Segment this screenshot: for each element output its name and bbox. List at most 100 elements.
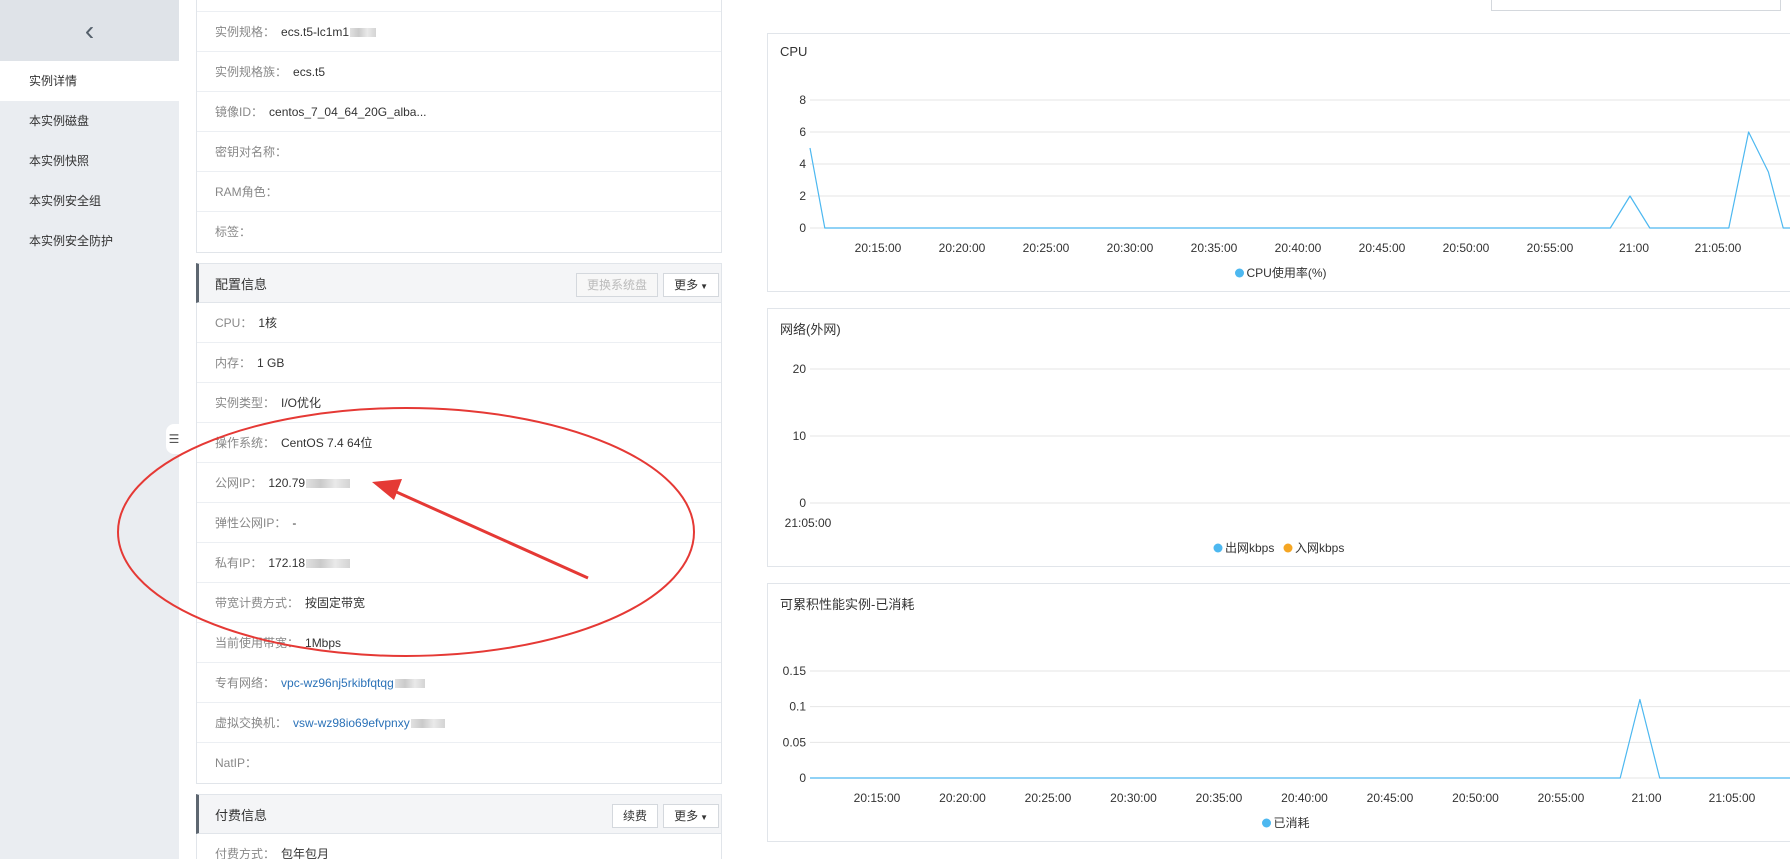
chevron-left-icon[interactable]: ‹: [85, 16, 94, 45]
basic-info-panel: 实例规格： ecs.t5-lc1m1 实例规格族： ecs.t5 镜像ID： cent…: [196, 0, 722, 253]
billing-info-panel: 付费方式： 包年包月: [196, 834, 722, 859]
x-tick-label: 20:35:00: [1196, 791, 1243, 805]
payment-type-row: 付费方式： 包年包月: [197, 834, 721, 859]
y-tick-label: 0: [799, 771, 806, 785]
vpc-row: 专有网络： vpc-wz96nj5rkibfqtqg: [197, 663, 721, 703]
legend-marker: [1262, 818, 1271, 828]
x-tick-label: 20:25:00: [1023, 241, 1070, 255]
public-ip-row: 公网IP： 120.79: [197, 463, 721, 503]
row-key: 密钥对名称：: [215, 145, 288, 159]
cpu-row: CPU： 1核: [197, 303, 721, 343]
eip-row: 弹性公网IP： -: [197, 503, 721, 543]
x-tick-label: 20:35:00: [1191, 241, 1238, 255]
row-key: 虚拟交换机：: [215, 716, 288, 730]
row-value: 1 GB: [257, 356, 285, 370]
row-key: 弹性公网IP：: [215, 516, 287, 530]
more-button[interactable]: 更多 ▼: [663, 273, 719, 297]
network-chart: 20 10 0 21:05:00 出网kbps 入网kbps: [785, 362, 1790, 555]
sidebar: ‹ 实例详情 本实例磁盘 本实例快照 本实例安全组 本实例安全防护: [0, 0, 179, 859]
more-button-label: 更多: [674, 809, 699, 823]
x-tick-label: 20:55:00: [1538, 791, 1585, 805]
row-value: 按固定带宽: [305, 596, 366, 610]
row-key: 镜像ID：: [215, 105, 264, 119]
cpu-chart-panel: CPU 8 6 4 2 0 20:15:00 20:20:00 20:25:00 20:30:0…: [767, 33, 1790, 292]
row-value: I/O优化: [281, 396, 322, 410]
x-tick-label: 20:55:00: [1527, 241, 1574, 255]
legend-label: 已消耗: [1274, 816, 1310, 830]
row-value: CentOS 7.4 64位: [281, 436, 373, 450]
x-tick-label: 21:05:00: [1709, 791, 1756, 805]
x-tick-label: 20:45:00: [1367, 791, 1414, 805]
x-tick-label: 21:00: [1619, 241, 1649, 255]
legend-label: 出网kbps: [1225, 541, 1274, 555]
renew-button[interactable]: 续费: [612, 804, 659, 828]
sidebar-item-instance-details[interactable]: 实例详情: [0, 61, 179, 101]
more-button[interactable]: 更多 ▼: [663, 804, 719, 828]
sidebar-header: ‹: [0, 0, 179, 61]
x-tick-label: 20:30:00: [1107, 241, 1154, 255]
caret-down-icon: ▼: [700, 813, 708, 822]
redacted-blur: [306, 479, 351, 489]
y-tick-label: 4: [799, 157, 806, 171]
row-key: 付费方式：: [215, 847, 276, 859]
row-value: 120.79: [268, 476, 306, 490]
x-tick-label: 20:40:00: [1275, 241, 1322, 255]
row-value: -: [292, 516, 297, 530]
instance-spec-row: 实例规格： ecs.t5-lc1m1: [197, 12, 721, 52]
redacted-blur: [350, 28, 377, 38]
row-value: 172.18: [268, 556, 306, 570]
sidebar-item-instance-disks[interactable]: 本实例磁盘: [0, 101, 179, 141]
info-column: 实例规格： ecs.t5-lc1m1 实例规格族： ecs.t5 镜像ID： cent…: [196, 0, 722, 859]
y-tick-label: 0.1: [789, 700, 806, 714]
y-tick-label: 0.15: [783, 664, 807, 678]
legend-label: 入网kbps: [1295, 541, 1344, 555]
x-tick-label: 20:20:00: [939, 791, 986, 805]
sidebar-item-security-protection[interactable]: 本实例安全防护: [0, 221, 179, 261]
x-tick-label: 20:25:00: [1025, 791, 1072, 805]
keypair-row: 密钥对名称：: [197, 132, 721, 172]
config-info-header: 配置信息 更换系统盘 更多 ▼: [196, 263, 722, 303]
row-key: 专有网络：: [215, 676, 276, 690]
burst-credit-chart: 0.15 0.1 0.05 0 20:15:00 20:20:00 20:25:00 20:3…: [783, 664, 1790, 830]
row-key: RAM角色：: [215, 185, 278, 199]
cpu-chart: 8 6 4 2 0 20:15:00 20:20:00 20:25:00 20:30:00 20:…: [799, 93, 1790, 280]
legend-label: CPU使用率(%): [1247, 265, 1327, 280]
legend-marker: [1283, 543, 1293, 553]
redacted-blur: [410, 719, 445, 729]
private-ip-row: 私有IP： 172.18: [197, 543, 721, 583]
os-row: 操作系统： CentOS 7.4 64位: [197, 423, 721, 463]
x-tick-label: 20:45:00: [1359, 241, 1406, 255]
config-info-panel: CPU： 1核 内存： 1 GB 实例类型： I/O优化 操作系统： CentOS 7.…: [196, 303, 722, 784]
y-tick-label: 0: [799, 221, 806, 235]
row-key: 私有IP：: [215, 556, 263, 570]
bandwidth-billing-row: 带宽计费方式： 按固定带宽: [197, 583, 721, 623]
series-line: [809, 131, 1790, 229]
x-tick-label: 20:40:00: [1281, 791, 1328, 805]
sidebar-item-security-groups[interactable]: 本实例安全组: [0, 181, 179, 221]
row-key: CPU：: [215, 316, 253, 330]
x-tick-label: 20:15:00: [854, 791, 901, 805]
row-value: ecs.t5-lc1m1: [281, 25, 350, 39]
section-title: 付费信息: [215, 807, 268, 823]
change-system-disk-button[interactable]: 更换系统盘: [576, 273, 659, 297]
vswitch-link[interactable]: vsw-wz98io69efvpnxy: [293, 716, 410, 730]
caret-down-icon: ▼: [700, 282, 708, 291]
sidebar-item-instance-snapshots[interactable]: 本实例快照: [0, 141, 179, 181]
collapse-list-icon[interactable]: ☰: [166, 424, 182, 454]
row-key: 当前使用带宽：: [215, 636, 300, 650]
time-range-select[interactable]: [1491, 0, 1781, 11]
redacted-blur: [394, 679, 425, 689]
more-button-label: 更多: [674, 278, 699, 292]
x-tick-label: 20:50:00: [1443, 241, 1490, 255]
y-tick-label: 0.05: [783, 735, 807, 749]
billing-info-header: 付费信息 续费 更多 ▼: [196, 794, 722, 834]
x-tick-label: 20:15:00: [855, 241, 902, 255]
series-line: [810, 698, 1790, 779]
vpc-link[interactable]: vpc-wz96nj5rkibfqtqg: [281, 676, 394, 690]
x-tick-label: 21:05:00: [1695, 241, 1742, 255]
row-value: ecs.t5: [293, 65, 326, 79]
instance-family-row: 实例规格族： ecs.t5: [197, 52, 721, 92]
y-tick-label: 6: [799, 125, 806, 139]
instance-type-row: 实例类型： I/O优化: [197, 383, 721, 423]
row-key: 实例规格：: [215, 25, 276, 39]
